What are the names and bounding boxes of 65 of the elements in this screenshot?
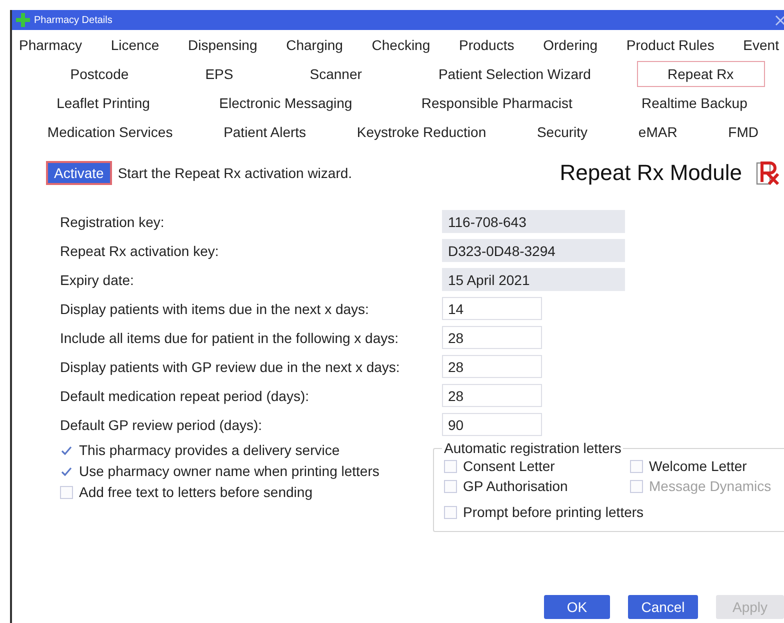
dialog-button[interactable]: OK <box>544 595 610 619</box>
readonly-field: 15 April 2021 <box>442 268 625 291</box>
tab[interactable]: Product Rules <box>621 32 720 58</box>
module-title: Repeat Rx Module <box>560 160 742 186</box>
tab[interactable]: Responsible Pharmacist <box>390 90 604 116</box>
tab[interactable]: Scanner <box>278 60 393 86</box>
tab[interactable]: Realtime Backup <box>610 90 778 116</box>
tab[interactable]: Postcode <box>39 60 160 86</box>
tab[interactable]: FMD <box>719 118 768 144</box>
field-label: Registration key: <box>60 214 166 230</box>
checkbox[interactable] <box>444 480 457 492</box>
option-label: This pharmacy provides a delivery service <box>79 442 340 458</box>
checkbox[interactable] <box>60 464 73 478</box>
option-label: Consent Letter <box>463 458 555 474</box>
cross-icon <box>16 13 30 27</box>
readonly-field: 116-708-643 <box>442 210 625 233</box>
field-label: Default medication repeat period (days): <box>60 388 310 404</box>
checkbox[interactable] <box>60 444 73 456</box>
checkbox[interactable] <box>444 460 457 472</box>
tab[interactable]: Event <box>738 32 784 58</box>
tab[interactable]: Leaflet Printing <box>26 90 181 116</box>
checkbox[interactable] <box>630 460 643 472</box>
tab[interactable]: Patient Alerts <box>214 118 316 144</box>
option-label: Welcome Letter <box>649 458 747 474</box>
activation-description: Start the Repeat Rx activation wizard. <box>118 165 354 181</box>
tab[interactable]: eMAR <box>629 118 686 144</box>
tab[interactable]: Charging <box>281 32 348 58</box>
option-label: Prompt before printing letters <box>463 504 644 520</box>
input-field[interactable]: 28 <box>442 326 542 349</box>
checkbox[interactable] <box>444 506 457 518</box>
activate-button[interactable]: Activate <box>46 161 112 185</box>
input-field[interactable]: 14 <box>442 297 542 320</box>
tab[interactable]: Products <box>454 32 520 58</box>
input-field[interactable]: 90 <box>442 413 542 436</box>
field-label: Default GP review period (days): <box>60 416 264 432</box>
tab[interactable]: Keystroke Reduction <box>348 118 496 144</box>
option-label: Message Dynamics <box>649 478 772 494</box>
option-label: Add free text to letters before sending <box>79 484 312 500</box>
input-field[interactable]: 28 <box>442 355 542 378</box>
tab[interactable]: Medication Services <box>38 118 182 144</box>
tab[interactable]: Patient Selection Wizard <box>407 60 622 86</box>
field-label: Display patients with GP review due in the next x days: <box>60 358 401 374</box>
tab[interactable]: Ordering <box>538 32 603 58</box>
tab[interactable]: Checking <box>366 32 436 58</box>
field-label: Repeat Rx activation key: <box>60 242 220 258</box>
tab[interactable]: Security <box>528 118 597 144</box>
readonly-field: D323-0D48-3294 <box>442 239 625 262</box>
tab[interactable]: Licence <box>106 32 164 58</box>
field-label: Include all items due for patient in the following x days: <box>60 330 400 346</box>
tab[interactable]: EPS <box>174 60 264 86</box>
tab[interactable]: Dispensing <box>182 32 262 58</box>
dialog-button[interactable]: Cancel <box>628 595 698 619</box>
field-label: Expiry date: <box>60 272 135 288</box>
input-field[interactable]: 28 <box>442 384 542 407</box>
option-label: Use pharmacy owner name when printing letters <box>79 463 380 479</box>
option-label: GP Authorisation <box>463 478 568 494</box>
close-icon[interactable] <box>775 14 784 26</box>
tab[interactable]: Pharmacy <box>14 32 88 58</box>
field-label: Display patients with items due in the next x days: <box>60 300 370 316</box>
tab[interactable]: Repeat Rx <box>636 60 765 86</box>
window-title: Pharmacy Details <box>34 14 114 26</box>
group-title: Automatic registration letters <box>443 440 622 456</box>
tab[interactable]: Electronic Messaging <box>188 90 384 116</box>
checkbox[interactable] <box>60 486 73 498</box>
rx-logo-icon <box>756 160 780 186</box>
